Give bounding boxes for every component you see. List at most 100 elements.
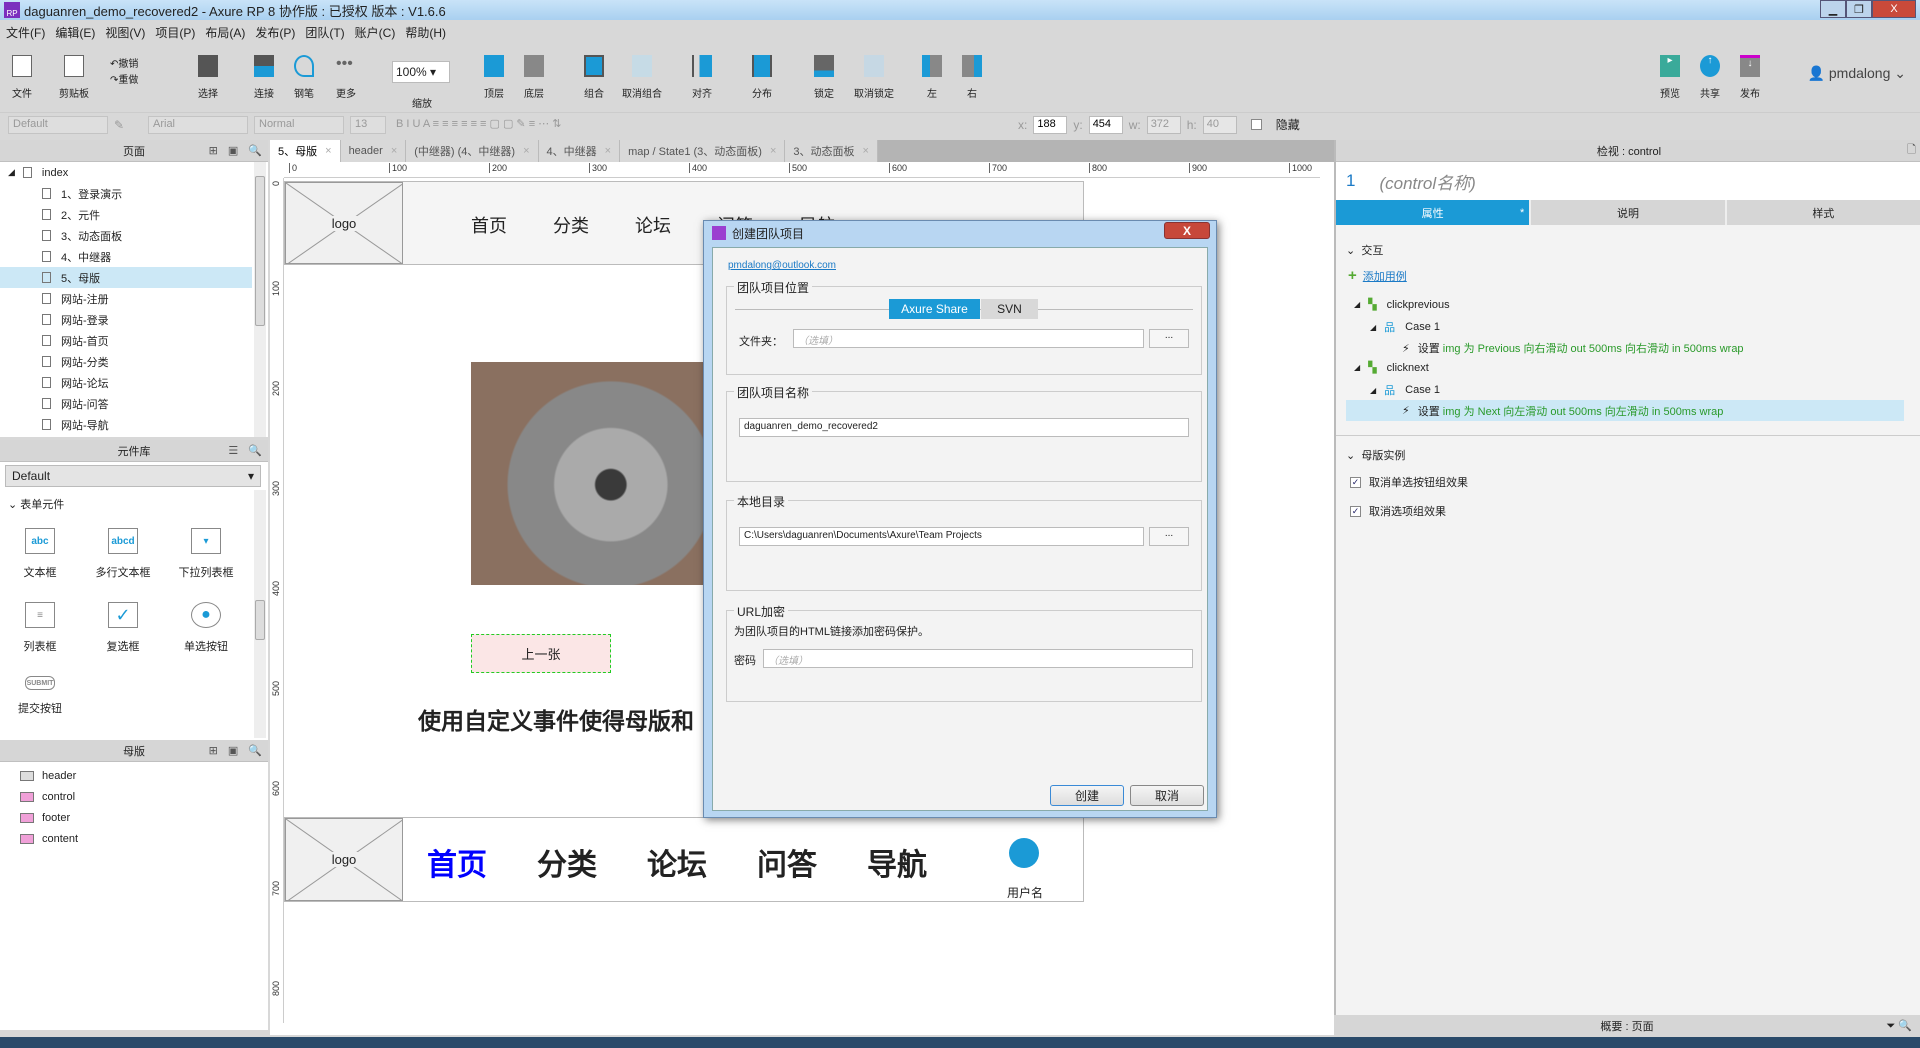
widget-checkbox[interactable]: ✓ 复选框	[83, 602, 163, 654]
widget-textarea[interactable]: abcd 多行文本框	[83, 528, 163, 580]
group-button[interactable]: 组合	[572, 55, 616, 100]
publish-button[interactable]: ↓ 发布	[1728, 55, 1772, 100]
nav-qa[interactable]: 问答	[757, 840, 817, 884]
close-tab-icon[interactable]: ×	[523, 145, 529, 157]
page-icon[interactable]: 🗋	[1907, 141, 1916, 160]
case-item[interactable]: ◢ 品 Case 1	[1370, 319, 1440, 335]
share-button[interactable]: ↑ 共享	[1688, 55, 1732, 100]
nav-guide[interactable]: 导航	[867, 840, 927, 884]
close-tab-icon[interactable]: ×	[863, 145, 869, 157]
align-button[interactable]: 对齐	[680, 55, 724, 100]
style-select[interactable]: Default	[8, 115, 108, 134]
h-input[interactable]: 40	[1202, 115, 1237, 134]
nav-category[interactable]: 分类	[553, 212, 589, 238]
name-field[interactable]: 1 (control名称)	[1336, 162, 1920, 200]
create-button[interactable]: 创建	[1050, 785, 1124, 806]
page-item[interactable]: 1、登录演示	[0, 183, 252, 204]
page-item[interactable]: 4、中继器	[0, 246, 252, 267]
user-avatar-icon[interactable]	[1009, 838, 1039, 868]
minimize-button[interactable]: ▁	[1820, 0, 1846, 18]
page-item[interactable]: 网站-问答	[0, 393, 252, 414]
master-instance-section[interactable]: ⌄ 母版实例	[1346, 447, 1405, 463]
page-item[interactable]: 2、元件	[0, 204, 252, 225]
unlock-button[interactable]: 取消锁定	[846, 55, 902, 100]
document-tab[interactable]: 5、母版 ×	[270, 140, 341, 162]
ungroup-button[interactable]: 取消组合	[614, 55, 670, 100]
preview-button[interactable]: ▸ 预览	[1648, 55, 1692, 100]
pen-button[interactable]: 钢笔	[282, 55, 326, 100]
master-item[interactable]: footer	[20, 812, 70, 824]
w-input[interactable]: 372	[1146, 115, 1181, 134]
add-folder-icon[interactable]: ▣	[228, 744, 238, 757]
nav-forum[interactable]: 论坛	[635, 212, 671, 238]
library-scrollbar[interactable]	[254, 490, 266, 738]
menu-edit[interactable]: 编辑(E)	[55, 24, 95, 41]
search-icon[interactable]: 🔍	[248, 144, 262, 157]
clipboard-button[interactable]: 剪贴板	[52, 55, 96, 100]
page-item[interactable]: 网站-论坛	[0, 372, 252, 393]
nav-forum[interactable]: 论坛	[647, 840, 707, 884]
page-item[interactable]: 网站-导航	[0, 414, 252, 435]
tab-notes[interactable]: 说明	[1531, 200, 1727, 225]
nav-home-active[interactable]: 首页	[427, 840, 487, 884]
event-clickprevious[interactable]: ◢ ▚ clickprevious	[1354, 298, 1450, 312]
option-row[interactable]: ✓ 取消单选按钮组效果	[1350, 474, 1468, 490]
close-tab-icon[interactable]: ×	[605, 145, 611, 157]
menu-team[interactable]: 团队(T)	[305, 24, 344, 41]
page-item[interactable]: 5、母版	[0, 267, 252, 288]
checkbox-checked[interactable]: ✓	[1350, 476, 1361, 488]
font-select[interactable]: Arial	[148, 115, 248, 134]
library-select[interactable]: Default ▾	[5, 465, 261, 487]
font-size-select[interactable]: 13	[350, 115, 386, 134]
widget-group-header[interactable]: ⌄ 表单元件	[8, 496, 64, 512]
widget-radio[interactable]: ● 单选按钮	[166, 602, 246, 654]
add-folder-icon[interactable]: ▣	[228, 144, 238, 157]
widget-submit[interactable]: SUBMIT 提交按钮	[0, 676, 80, 716]
close-tab-icon[interactable]: ×	[770, 145, 776, 157]
option-row[interactable]: ✓ 取消选项组效果	[1350, 503, 1446, 519]
master-item[interactable]: content	[20, 833, 78, 845]
master-item[interactable]: header	[20, 770, 76, 782]
menu-file[interactable]: 文件(F)	[6, 24, 45, 41]
page-item[interactable]: 网站-首页	[0, 330, 252, 351]
action-item-selected[interactable]: ⚡ 设置 img 为 Next 向左滑动 out 500ms 向左滑动 in 50…	[1346, 400, 1904, 421]
tab-properties[interactable]: 属性 *	[1336, 200, 1532, 225]
page-item[interactable]: 3、动态面板	[0, 225, 252, 246]
lock-button[interactable]: 锁定	[802, 55, 846, 100]
tab-svn[interactable]: SVN	[981, 299, 1038, 319]
master-item[interactable]: control	[20, 791, 75, 803]
widget-listbox[interactable]: ≡ 列表框	[0, 602, 80, 654]
left-panel-toggle[interactable]: 左	[910, 55, 954, 100]
menu-icon[interactable]: ☰	[228, 444, 238, 457]
connect-button[interactable]: 连接	[242, 55, 286, 100]
close-button[interactable]: X	[1164, 222, 1210, 239]
font-weight-select[interactable]: Normal	[254, 115, 344, 134]
tab-style[interactable]: 样式	[1726, 200, 1920, 225]
footer-master[interactable]: logo 首页 分类 论坛 问答 导航 用户名	[284, 817, 1084, 902]
document-tab[interactable]: 4、中继器 ×	[538, 140, 621, 162]
right-panel-toggle[interactable]: 右	[950, 55, 994, 100]
y-input[interactable]: 454	[1088, 115, 1123, 134]
filter-search-icons[interactable]: ⏷ 🔍	[1886, 1019, 1912, 1033]
hidden-checkbox[interactable]	[1250, 119, 1262, 130]
close-tab-icon[interactable]: ×	[325, 145, 331, 157]
send-to-back-button[interactable]: 底层	[512, 55, 556, 100]
add-page-icon[interactable]: ⊞	[209, 144, 218, 157]
zoom-select[interactable]: 100% ▾	[392, 61, 450, 83]
account-link[interactable]: pmdalong@outlook.com	[728, 260, 836, 271]
document-tab[interactable]: (中继器) (4、中继器) ×	[406, 140, 539, 162]
more-button[interactable]: ••• 更多	[324, 55, 368, 100]
maximize-button[interactable]: ❐	[1846, 0, 1872, 18]
add-master-icon[interactable]: ⊞	[209, 744, 218, 757]
folder-input[interactable]: （选填）	[793, 329, 1144, 348]
style-edit-icon[interactable]: ✎	[114, 118, 142, 132]
file-button[interactable]: 文件	[0, 55, 44, 100]
page-item[interactable]: 网站-分类	[0, 351, 252, 372]
redo-button[interactable]: ↷重做	[110, 71, 138, 86]
menu-view[interactable]: 视图(V)	[105, 24, 145, 41]
menu-arrange[interactable]: 布局(A)	[205, 24, 245, 41]
password-input[interactable]: （选填）	[763, 649, 1193, 668]
add-case-link[interactable]: + 添加用例	[1348, 267, 1407, 284]
interactions-section[interactable]: ⌄ 交互	[1346, 242, 1383, 258]
document-tab[interactable]: map / State1 (3、动态面板) ×	[620, 140, 786, 162]
